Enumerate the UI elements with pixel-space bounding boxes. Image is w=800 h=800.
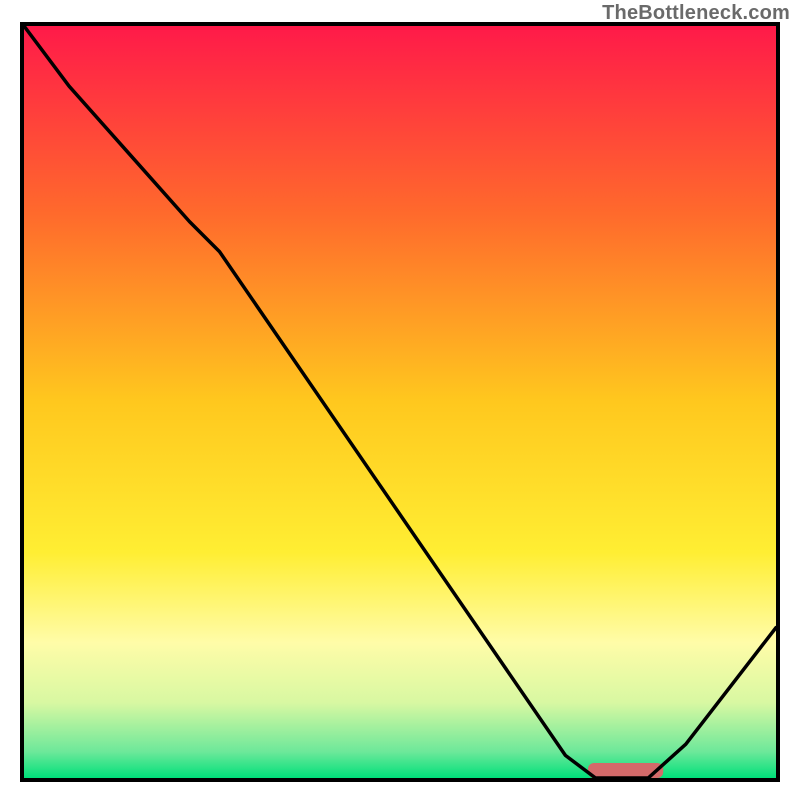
background-rect xyxy=(24,26,776,778)
chart-frame: TheBottleneck.com xyxy=(0,0,800,800)
watermark-text: TheBottleneck.com xyxy=(602,2,790,25)
chart-svg xyxy=(24,26,776,778)
plot-area xyxy=(20,22,780,782)
